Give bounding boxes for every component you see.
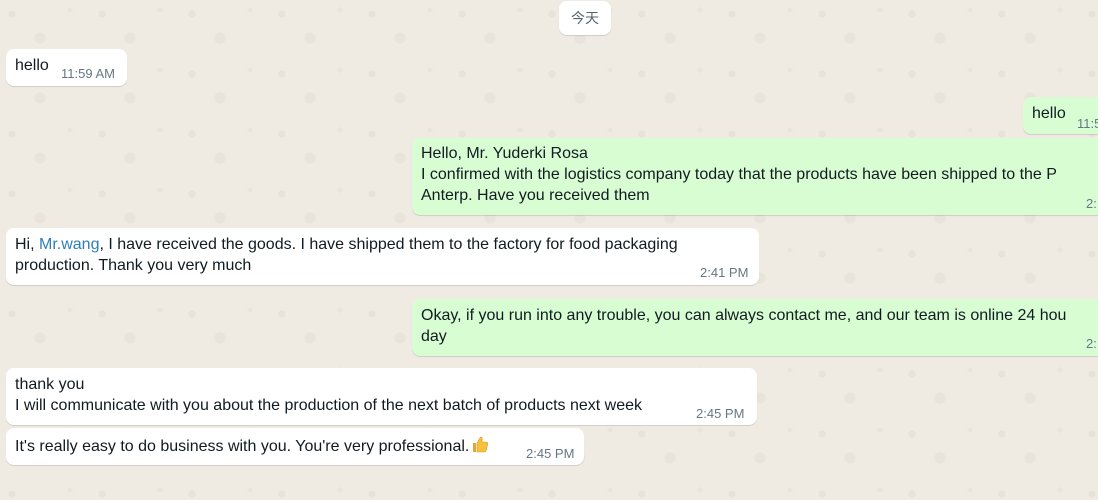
message-time: 2: bbox=[1086, 196, 1097, 211]
message-time: 2:41 PM bbox=[700, 265, 749, 280]
message-text-line: Hello, Mr. Yuderki Rosa bbox=[421, 145, 588, 162]
message-bubble-outgoing[interactable]: hello 11:5 bbox=[1023, 97, 1098, 134]
message-time: 2:45 PM bbox=[696, 406, 745, 421]
message-bubble-incoming[interactable]: thank you I will communicate with you ab… bbox=[6, 368, 757, 425]
message-time: 11:59 AM bbox=[61, 66, 115, 81]
message-text-line: day bbox=[421, 328, 447, 345]
message-text-rest: , I have received the goods. I have ship… bbox=[99, 236, 678, 253]
message-bubble-outgoing[interactable]: Okay, if you run into any trouble, you c… bbox=[412, 299, 1098, 356]
message-text: hello bbox=[1032, 105, 1066, 122]
mention-link[interactable]: Mr.wang bbox=[39, 236, 99, 253]
message-time: 2:45 PM bbox=[526, 446, 575, 461]
message-text-line: production. Thank you very much bbox=[15, 257, 252, 274]
thumbs-up-icon bbox=[470, 434, 490, 454]
message-bubble-incoming[interactable]: Hi, Mr.wang, I have received the goods. … bbox=[6, 228, 759, 285]
message-bubble-incoming[interactable]: It's really easy to do business with you… bbox=[6, 428, 584, 465]
message-text-line: Hi, Mr.wang, I have received the goods. … bbox=[15, 234, 678, 255]
message-text-line: It's really easy to do business with you… bbox=[15, 434, 490, 457]
message-time: 11:5 bbox=[1077, 116, 1098, 131]
message-text-line: Anterp. Have you received them bbox=[421, 187, 650, 204]
message-text-greeting: Hi, bbox=[15, 236, 39, 253]
message-text: It's really easy to do business with you… bbox=[15, 438, 470, 455]
message-text: hello bbox=[15, 57, 49, 74]
message-bubble-outgoing[interactable]: Hello, Mr. Yuderki Rosa I confirmed with… bbox=[412, 138, 1098, 215]
date-separator: 今天 bbox=[559, 1, 611, 35]
message-text-line: I confirmed with the logistics company t… bbox=[421, 166, 1057, 183]
message-text-line: thank you bbox=[15, 376, 85, 393]
message-bubble-incoming[interactable]: hello 11:59 AM bbox=[6, 49, 127, 86]
message-text-line: Okay, if you run into any trouble, you c… bbox=[421, 307, 1067, 324]
message-text-line: I will communicate with you about the pr… bbox=[15, 397, 643, 414]
message-time: 2: bbox=[1086, 336, 1097, 351]
